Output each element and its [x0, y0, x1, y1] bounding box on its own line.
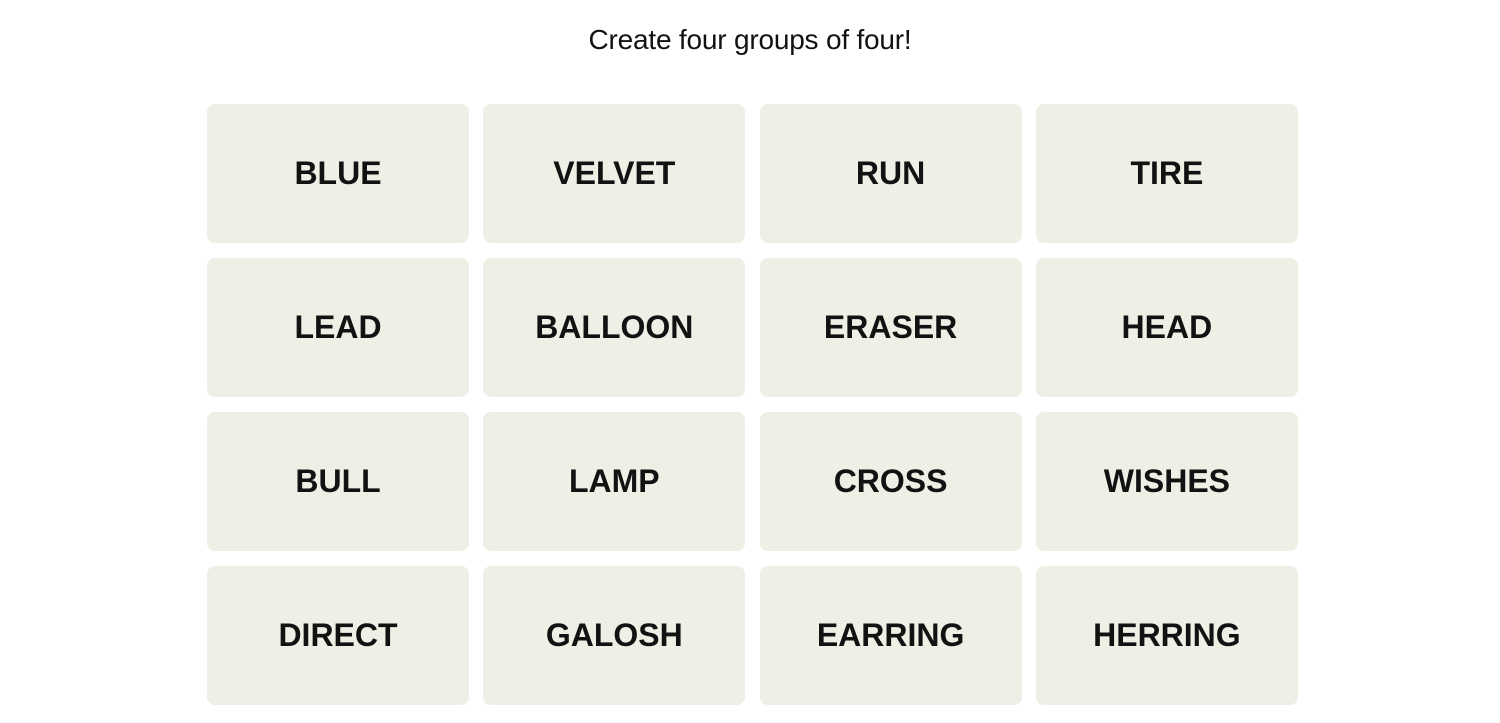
- word-tile[interactable]: HEAD: [1035, 258, 1298, 397]
- word-tile[interactable]: BLUE: [207, 104, 469, 243]
- word-tile[interactable]: ERASER: [759, 258, 1022, 397]
- word-tile[interactable]: BULL: [207, 412, 469, 551]
- word-tile[interactable]: RUN: [759, 104, 1022, 243]
- word-tile[interactable]: CROSS: [759, 412, 1022, 551]
- word-tile[interactable]: GALOSH: [483, 566, 746, 705]
- word-tile[interactable]: BALLOON: [483, 258, 746, 397]
- word-tile[interactable]: HERRING: [1035, 566, 1298, 705]
- word-tile[interactable]: EARRING: [759, 566, 1022, 705]
- game-prompt: Create four groups of four!: [588, 24, 912, 55]
- word-tile[interactable]: VELVET: [483, 104, 746, 243]
- word-tile[interactable]: WISHES: [1035, 412, 1298, 551]
- word-tile[interactable]: TIRE: [1035, 104, 1298, 243]
- word-grid: BLUE VELVET RUN TIRE LEAD BALLOON ERASER…: [207, 104, 1299, 705]
- word-tile[interactable]: DIRECT: [207, 566, 469, 705]
- word-tile[interactable]: LAMP: [483, 412, 746, 551]
- word-tile[interactable]: LEAD: [207, 258, 469, 397]
